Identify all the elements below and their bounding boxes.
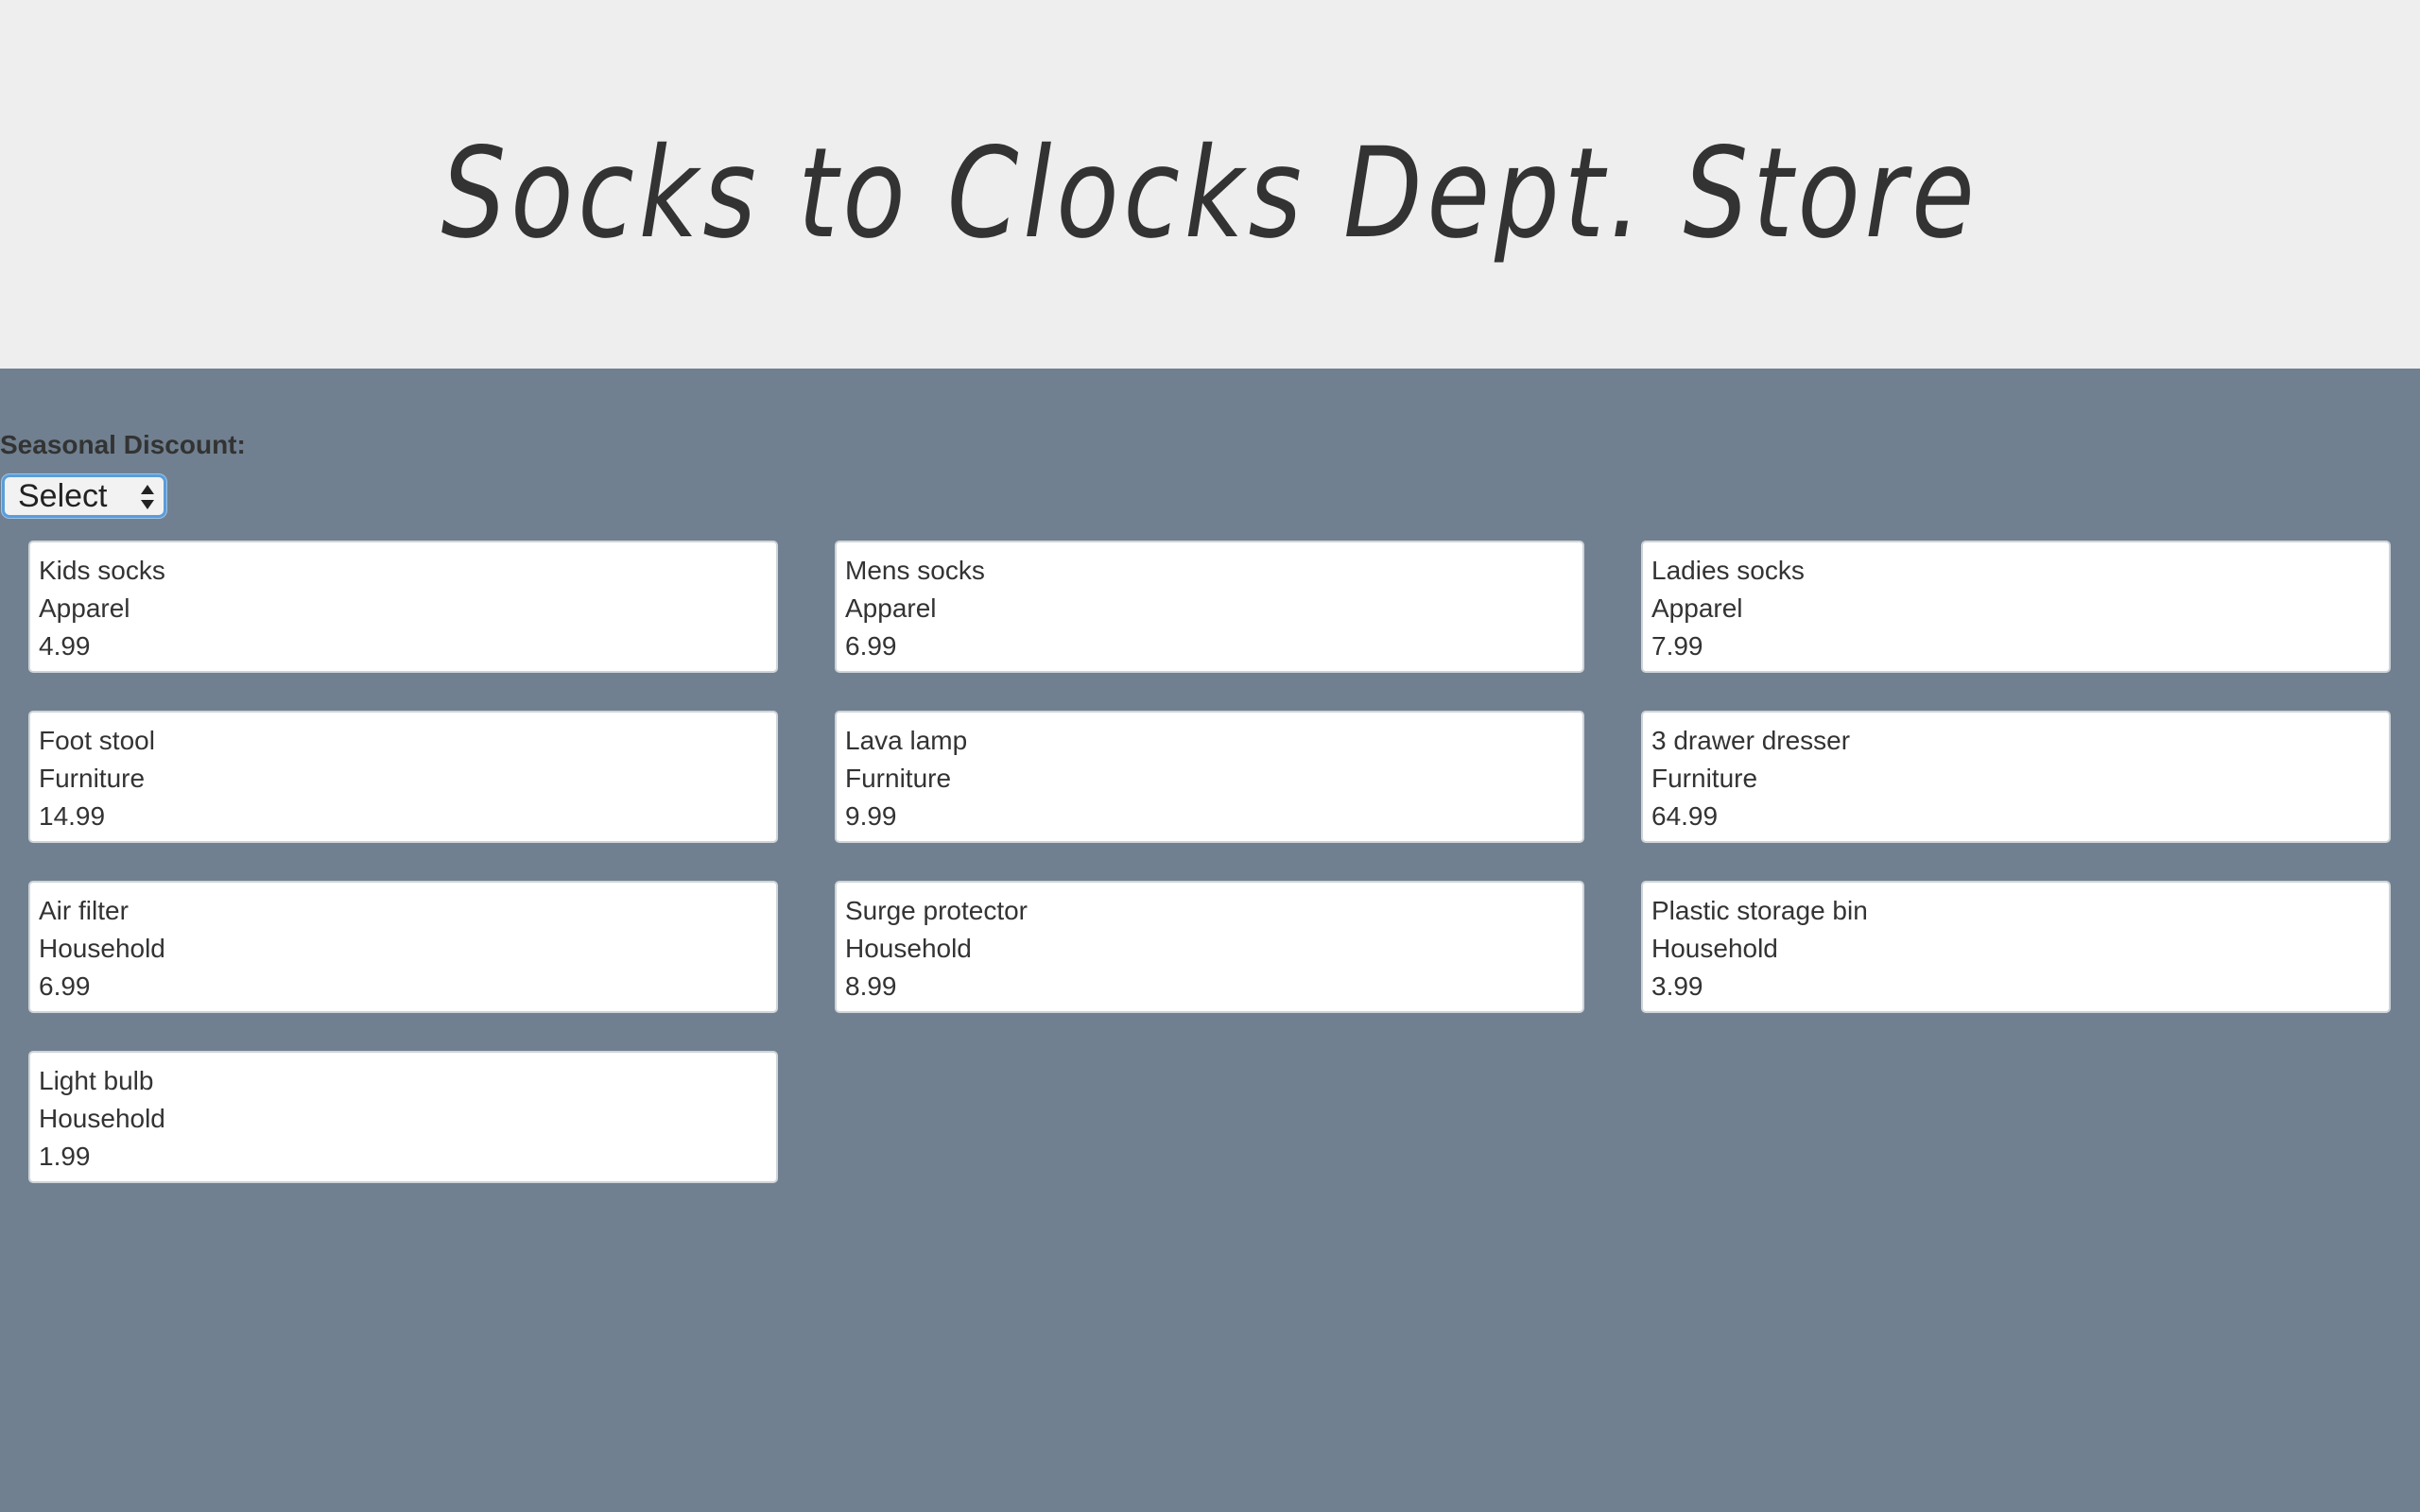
product-card: Plastic storage bin Household 3.99: [1641, 881, 2391, 1013]
product-price: 64.99: [1651, 801, 1719, 831]
product-price: 4.99: [39, 631, 91, 661]
product-category: Apparel: [845, 593, 937, 623]
product-category: Furniture: [39, 764, 146, 793]
product-category: Furniture: [845, 764, 952, 793]
product-card: Foot stool Furniture 14.99: [28, 711, 778, 843]
product-category: Household: [39, 1104, 165, 1133]
product-card: 3 drawer dresser Furniture 64.99: [1641, 711, 2391, 843]
product-card: Surge protector Household 8.99: [835, 881, 1584, 1013]
product-price: 9.99: [845, 801, 897, 831]
discount-select-value: Select: [18, 477, 108, 514]
product-card: Light bulb Household 1.99: [28, 1051, 778, 1183]
product-category: Apparel: [1651, 593, 1743, 623]
product-name: Light bulb: [39, 1066, 154, 1095]
product-price: 6.99: [39, 971, 91, 1001]
product-card: Lava lamp Furniture 9.99: [835, 711, 1584, 843]
seasonal-discount-label: Seasonal Discount:: [0, 430, 246, 459]
product-price: 3.99: [1651, 971, 1703, 1001]
product-category: Household: [1651, 934, 1778, 963]
product-card: Air filter Household 6.99: [28, 881, 778, 1013]
product-card: Kids socks Apparel 4.99: [28, 541, 778, 673]
product-category: Apparel: [39, 593, 130, 623]
product-price: 1.99: [39, 1142, 91, 1171]
product-card: Ladies socks Apparel 7.99: [1641, 541, 2391, 673]
product-price: 14.99: [39, 801, 106, 831]
product-category: Furniture: [1651, 764, 1758, 793]
product-name: Plastic storage bin: [1651, 896, 1868, 925]
product-price: 6.99: [845, 631, 897, 661]
product-category: Household: [39, 934, 165, 963]
page-header: Socks to Clocks Dept. Store: [0, 0, 2420, 369]
product-price: 8.99: [845, 971, 897, 1001]
product-category: Household: [845, 934, 972, 963]
product-grid: Kids socks Apparel 4.99 Mens socks Appar…: [28, 541, 2392, 1183]
select-arrows-icon: [141, 485, 154, 509]
product-name: 3 drawer dresser: [1651, 726, 1851, 755]
product-price: 7.99: [1651, 631, 1703, 661]
product-name: Surge protector: [845, 896, 1028, 925]
product-name: Kids socks: [39, 556, 165, 585]
product-name: Mens socks: [845, 556, 985, 585]
product-name: Air filter: [39, 896, 129, 925]
product-name: Foot stool: [39, 726, 155, 755]
store-title: Socks to Clocks Dept. Store: [441, 121, 1979, 266]
product-name: Ladies socks: [1651, 556, 1805, 585]
product-name: Lava lamp: [845, 726, 968, 755]
seasonal-discount-select[interactable]: Select: [2, 474, 166, 518]
product-card: Mens socks Apparel 6.99: [835, 541, 1584, 673]
